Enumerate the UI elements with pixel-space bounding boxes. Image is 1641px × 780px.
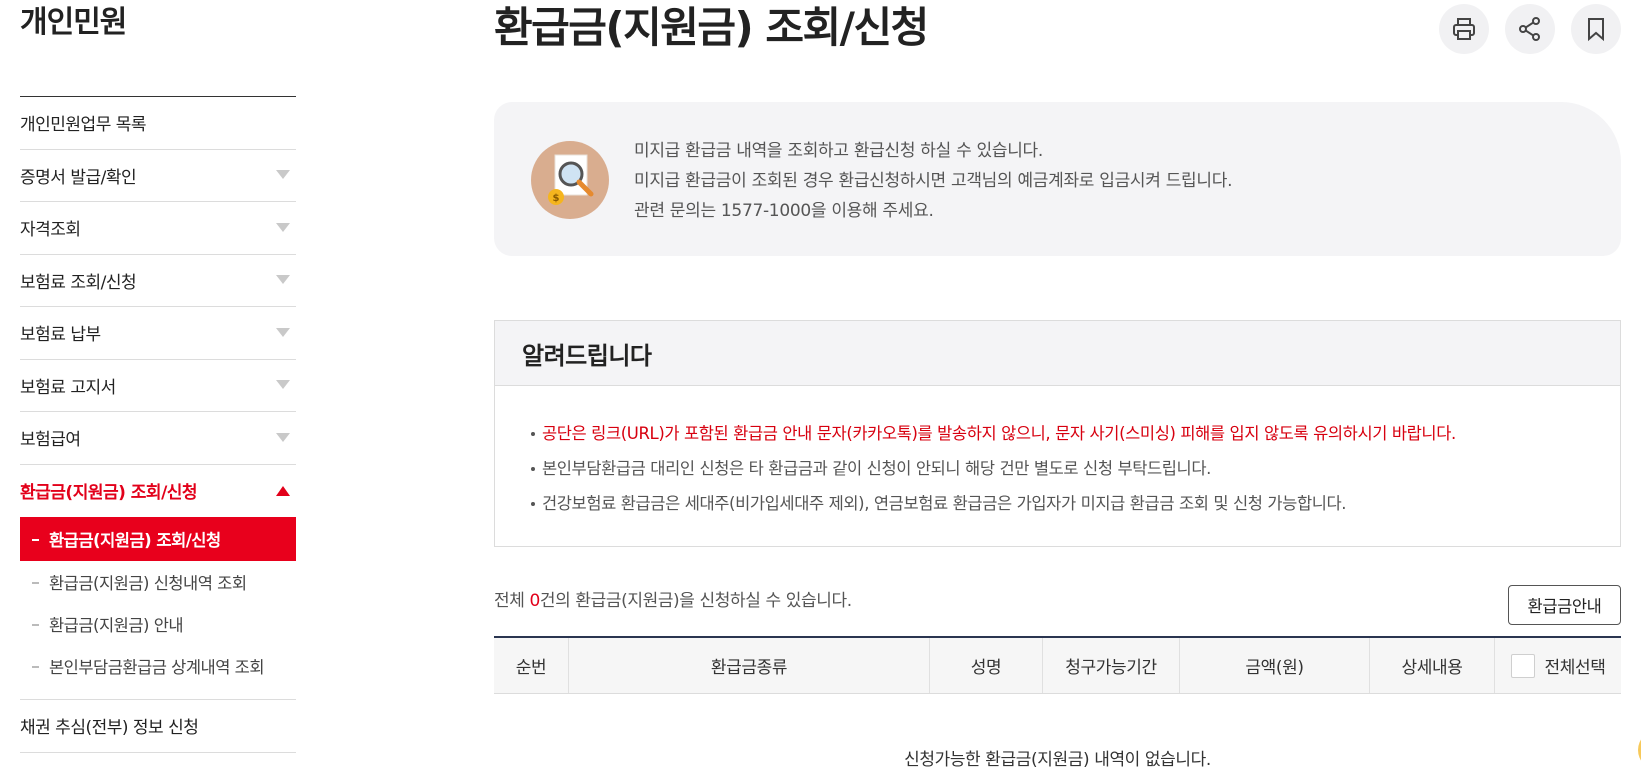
bookmark-button[interactable] — [1571, 4, 1621, 54]
sidebar-item-civil-list[interactable]: 개인민원업무 목록 — [20, 97, 296, 150]
column-header-details: 상세내용 — [1370, 638, 1495, 693]
sidebar-item-benefits[interactable]: 보험급여 — [20, 412, 296, 465]
sidebar-item-label: 채권 추심(전부) 정보 신청 — [20, 718, 199, 739]
chevron-down-icon — [276, 275, 290, 285]
sidebar-item-label: 개인민원업무 목록 — [20, 115, 147, 136]
sidebar-item-label: 증명서 발급/확인 — [20, 167, 137, 188]
sidebar-item-refund[interactable]: 환급금(지원금) 조회/신청 — [20, 465, 296, 518]
column-header-select-all: 전체선택 — [1495, 638, 1621, 693]
intro-line: 미지급 환급금 내역을 조회하고 환급신청 하실 수 있습니다. — [634, 141, 1043, 161]
notice-title: 알려드립니다 — [495, 321, 1620, 386]
notice-item: 건강보험료 환급금은 세대주(비가입세대주 제외), 연금보험료 환급금은 가입… — [531, 486, 1620, 521]
sidebar-item-eligibility[interactable]: 자격조회 — [20, 202, 296, 255]
page-tools — [1439, 4, 1621, 54]
column-header-name: 성명 — [930, 638, 1043, 693]
search-money-icon: $ — [531, 141, 609, 219]
intro-box: $ 미지급 환급금 내역을 조회하고 환급신청 하실 수 있습니다. 미지급 환… — [494, 102, 1621, 256]
svg-text:$: $ — [553, 193, 560, 204]
refund-guide-button[interactable]: 환급금안내 — [1508, 585, 1621, 625]
sidebar-item-label: 보험료 조회/신청 — [20, 272, 137, 293]
sidebar-menu-more: 채권 추심(전부) 정보 신청 — [20, 700, 296, 753]
chevron-down-icon — [276, 222, 290, 232]
submenu-item-refund-history[interactable]: 환급금(지원금) 신청내역 조회 — [20, 561, 296, 603]
refund-table-header: 순번 환급금종류 성명 청구가능기간 금액(원) 상세내용 전체선택 — [494, 636, 1621, 694]
sidebar-menu: 개인민원업무 목록 증명서 발급/확인 자격조회 보험료 조회/신청 보험료 납… — [20, 97, 296, 517]
refund-count-text: 전체 0건의 환급금(지원금)을 신청하실 수 있습니다. — [494, 586, 852, 611]
intro-line: 미지급 환급금이 조회된 경우 환급신청하시면 고객님의 예금계좌로 입금시켜 … — [634, 171, 1233, 191]
submenu-item-label: 환급금(지원금) 조회/신청 — [49, 531, 221, 550]
chevron-down-icon — [276, 327, 290, 337]
select-all-checkbox[interactable] — [1510, 653, 1535, 678]
sidebar-item-label: 보험급여 — [20, 430, 81, 451]
sidebar-item-label: 보험료 고지서 — [20, 377, 116, 398]
chevron-up-icon — [276, 485, 290, 496]
sidebar-item-debt-collection[interactable]: 채권 추심(전부) 정보 신청 — [20, 700, 296, 753]
submenu-item-refund-guide[interactable]: 환급금(지원금) 안내 — [20, 603, 296, 645]
sidebar-item-certificates[interactable]: 증명서 발급/확인 — [20, 150, 296, 202]
empty-table-message: 신청가능한 환급금(지원금) 내역이 없습니다. — [904, 750, 1211, 770]
sidebar-title: 개인민원 — [20, 5, 127, 40]
notice-item: 본인부담환급금 대리인 신청은 타 환급금과 같이 신청이 안되니 해당 건만 … — [531, 451, 1620, 486]
share-button[interactable] — [1505, 4, 1555, 54]
chevron-down-icon — [276, 380, 290, 390]
dash-icon — [32, 666, 39, 668]
share-icon — [1519, 17, 1540, 41]
notice-list: 공단은 링크(URL)가 포함된 환급금 안내 문자(카카오톡)를 발송하지 않… — [495, 386, 1620, 521]
sidebar-submenu: 환급금(지원금) 조회/신청 환급금(지원금) 신청내역 조회 환급금(지원금)… — [20, 517, 296, 700]
print-button[interactable] — [1439, 4, 1489, 54]
submenu-item-label: 환급금(지원금) 신청내역 조회 — [49, 574, 247, 593]
sidebar-item-premium-notice[interactable]: 보험료 고지서 — [20, 360, 296, 412]
page-title: 환급금(지원금) 조회/신청 — [494, 3, 929, 52]
column-header-amount: 금액(원) — [1180, 638, 1370, 693]
print-icon — [1453, 18, 1475, 40]
sidebar-item-premium-inquiry[interactable]: 보험료 조회/신청 — [20, 255, 296, 307]
submenu-item-label: 본인부담금환급금 상계내역 조회 — [49, 658, 265, 677]
column-header-type: 환급금종류 — [569, 638, 930, 693]
refund-count: 0 — [529, 591, 540, 611]
select-all-label[interactable]: 전체선택 — [1545, 653, 1606, 678]
chevron-down-icon — [276, 170, 290, 180]
bookmark-icon — [1588, 18, 1604, 42]
sidebar-item-label: 자격조회 — [20, 220, 81, 241]
submenu-item-offset-history[interactable]: 본인부담금환급금 상계내역 조회 — [20, 645, 296, 687]
sidebar-item-label: 보험료 납부 — [20, 325, 101, 346]
count-suffix: 건의 환급금(지원금)을 신청하실 수 있습니다. — [539, 591, 852, 611]
intro-text: 미지급 환급금 내역을 조회하고 환급신청 하실 수 있습니다. 미지급 환급금… — [634, 136, 1232, 226]
column-header-period: 청구가능기간 — [1043, 638, 1180, 693]
sidebar-item-premium-payment[interactable]: 보험료 납부 — [20, 307, 296, 360]
chevron-down-icon — [276, 432, 290, 442]
notice-item-warning: 공단은 링크(URL)가 포함된 환급금 안내 문자(카카오톡)를 발송하지 않… — [531, 416, 1620, 451]
column-header-number: 순번 — [494, 638, 569, 693]
dash-icon — [32, 624, 39, 626]
submenu-item-label: 환급금(지원금) 안내 — [49, 616, 184, 635]
sidebar-item-label: 환급금(지원금) 조회/신청 — [20, 483, 198, 504]
submenu-item-refund-apply[interactable]: 환급금(지원금) 조회/신청 — [20, 517, 296, 561]
dash-icon — [32, 582, 39, 584]
notice-box: 알려드립니다 공단은 링크(URL)가 포함된 환급금 안내 문자(카카오톡)를… — [494, 320, 1621, 547]
count-prefix: 전체 — [494, 591, 530, 611]
sidebar: 개인민원 개인민원업무 목록 증명서 발급/확인 자격조회 보험료 조회/신청 … — [20, 0, 296, 753]
intro-line: 관련 문의는 1577-1000을 이용해 주세요. — [634, 201, 934, 221]
dash-icon — [32, 539, 39, 541]
